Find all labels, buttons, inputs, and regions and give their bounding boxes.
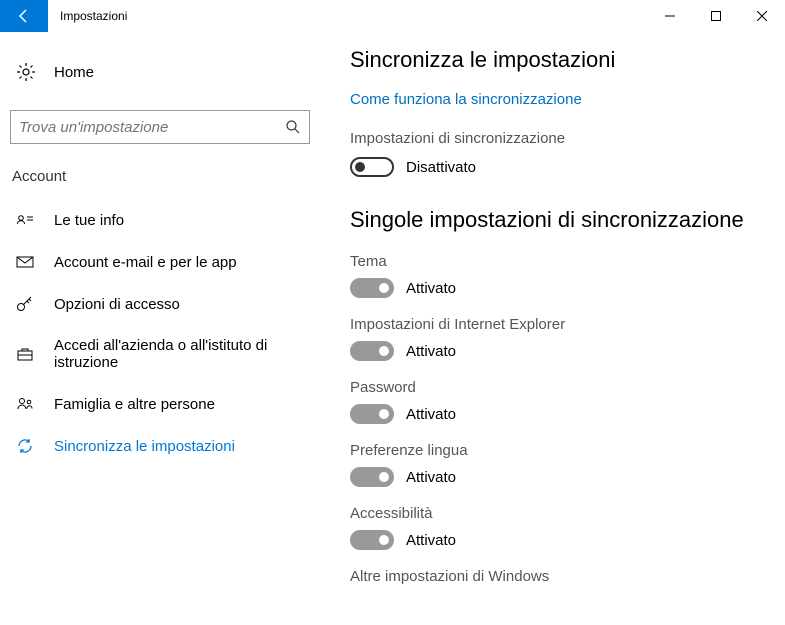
section-heading: Singole impostazioni di sincronizzazione [350,207,765,233]
close-button[interactable] [739,0,785,32]
sidebar-item-label: Accedi all'azienda o all'istituto di ist… [54,337,304,371]
sidebar-item-label: Le tue info [54,212,124,229]
toggle-status: Attivato [406,406,456,423]
home-nav[interactable]: Home [10,52,310,92]
content-pane: Sincronizza le impostazioni Come funzion… [320,32,785,625]
footer-label: Altre impostazioni di Windows [350,568,765,585]
sync-settings-status: Disattivato [406,159,476,176]
page-heading: Sincronizza le impostazioni [350,47,765,73]
mail-icon [16,253,34,271]
sidebar-item-signin[interactable]: Opzioni di accesso [10,283,310,325]
toggle-label-accessibility: Accessibilità [350,505,765,522]
search-icon [285,119,301,135]
sync-settings-label: Impostazioni di sincronizzazione [350,130,765,147]
home-label: Home [54,64,94,81]
sidebar-item-label: Opzioni di accesso [54,296,180,313]
key-icon [16,295,34,313]
sync-help-link[interactable]: Come funziona la sincronizzazione [350,91,582,108]
toggle-ie[interactable] [350,341,394,361]
sidebar-item-label: Sincronizza le impostazioni [54,438,235,455]
sidebar: Home Account Le tue info Account e-mail … [0,32,320,625]
toggle-status: Attivato [406,343,456,360]
toggle-label-theme: Tema [350,253,765,270]
window-controls [647,0,785,32]
titlebar: Impostazioni [0,0,785,32]
briefcase-icon [16,345,34,363]
toggle-status: Attivato [406,280,456,297]
sidebar-item-your-info[interactable]: Le tue info [10,199,310,241]
sidebar-item-label: Famiglia e altre persone [54,396,215,413]
toggle-label-ie: Impostazioni di Internet Explorer [350,316,765,333]
sidebar-item-label: Account e-mail e per le app [54,254,237,271]
maximize-button[interactable] [693,0,739,32]
sidebar-item-email[interactable]: Account e-mail e per le app [10,241,310,283]
sidebar-item-family[interactable]: Famiglia e altre persone [10,383,310,425]
search-field[interactable] [19,119,285,136]
search-input[interactable] [10,110,310,144]
toggle-status: Attivato [406,532,456,549]
gear-icon [16,62,36,82]
person-card-icon [16,211,34,229]
window-title: Impostazioni [48,9,647,23]
sidebar-item-work[interactable]: Accedi all'azienda o all'istituto di ist… [10,325,310,383]
people-icon [16,395,34,413]
sync-icon [16,437,34,455]
minimize-button[interactable] [647,0,693,32]
sync-settings-toggle[interactable] [350,157,394,177]
toggle-theme[interactable] [350,278,394,298]
sidebar-item-sync[interactable]: Sincronizza le impostazioni [10,425,310,467]
toggle-accessibility[interactable] [350,530,394,550]
sidebar-section-account: Account [10,168,310,199]
toggle-label-password: Password [350,379,765,396]
toggle-status: Attivato [406,469,456,486]
back-button[interactable] [0,0,48,32]
toggle-lang[interactable] [350,467,394,487]
toggle-password[interactable] [350,404,394,424]
toggle-label-lang: Preferenze lingua [350,442,765,459]
